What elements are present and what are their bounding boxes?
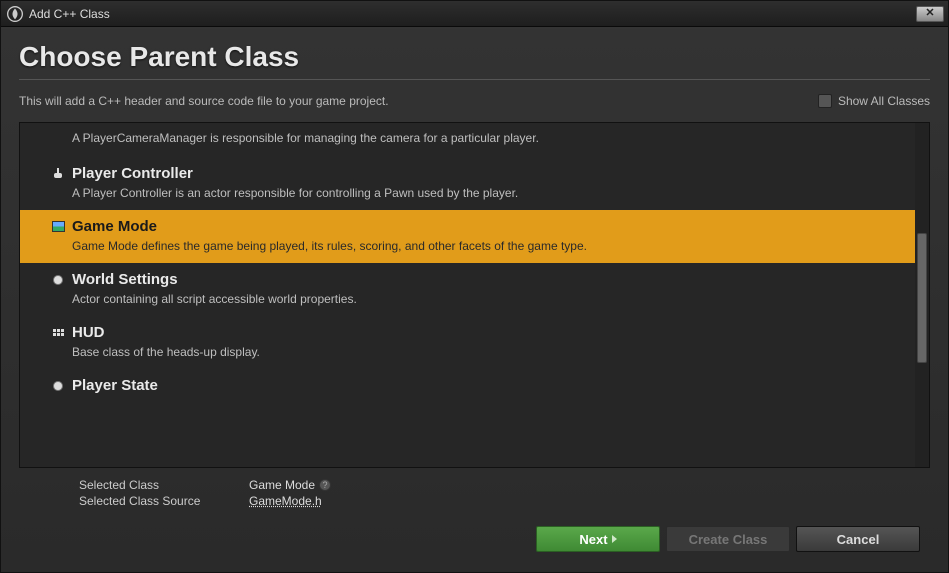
picture-icon [50, 219, 66, 235]
scrollbar[interactable] [915, 123, 929, 467]
list-item-player-state[interactable]: Player State [20, 369, 915, 408]
list-item-title: Player Controller [72, 165, 193, 182]
next-button[interactable]: Next [536, 526, 660, 552]
unreal-logo-icon [7, 6, 23, 22]
list-item-desc: Base class of the heads-up display. [50, 345, 903, 359]
titlebar: Add C++ Class ✕ [1, 1, 948, 27]
selected-class-source-label: Selected Class Source [79, 494, 249, 508]
next-button-label: Next [579, 532, 607, 547]
grid-icon [50, 325, 66, 341]
list-item-game-mode[interactable]: Game Mode Game Mode defines the game bei… [20, 210, 915, 263]
list-item-hud[interactable]: HUD Base class of the heads-up display. [20, 316, 915, 369]
list-item-title: Game Mode [72, 218, 157, 235]
sphere-icon [50, 378, 66, 394]
parent-class-list-wrap: A PlayerCameraManager is responsible for… [19, 122, 930, 468]
add-cpp-class-window: Add C++ Class ✕ Choose Parent Class This… [0, 0, 949, 573]
list-item-desc: Actor containing all script accessible w… [50, 292, 903, 306]
selected-class-source-link[interactable]: GameMode.h [249, 494, 920, 508]
close-icon: ✕ [925, 8, 934, 19]
list-item-title: HUD [72, 324, 105, 341]
title-divider [19, 79, 930, 80]
subtitle-row: This will add a C++ header and source co… [19, 94, 930, 108]
list-item-title: Player State [72, 377, 158, 394]
list-item-desc: A Player Controller is an actor responsi… [50, 186, 903, 200]
list-item-world-settings[interactable]: World Settings Actor containing all scri… [20, 263, 915, 316]
page-title: Choose Parent Class [19, 41, 930, 73]
scrollbar-thumb[interactable] [917, 233, 927, 363]
chevron-right-icon [612, 535, 617, 543]
footer: Selected Class Game Mode ? Selected Clas… [19, 468, 930, 562]
show-all-classes-label: Show All Classes [838, 94, 930, 108]
selected-class-info: Selected Class Game Mode ? Selected Clas… [79, 478, 920, 508]
close-button[interactable]: ✕ [916, 6, 944, 22]
list-item-title: World Settings [72, 271, 178, 288]
show-all-classes-checkbox[interactable] [818, 94, 832, 108]
subtitle-text: This will add a C++ header and source co… [19, 94, 389, 108]
list-item-desc: Game Mode defines the game being played,… [50, 239, 903, 253]
list-item-desc-partial: A PlayerCameraManager is responsible for… [20, 123, 915, 157]
cancel-button-label: Cancel [837, 532, 880, 547]
create-class-button: Create Class [666, 526, 790, 552]
button-row: Next Create Class Cancel [79, 526, 920, 552]
sphere-icon [50, 272, 66, 288]
selected-class-value: Game Mode ? [249, 478, 920, 492]
help-icon[interactable]: ? [319, 479, 331, 491]
selected-class-label: Selected Class [79, 478, 249, 492]
create-class-label: Create Class [689, 532, 768, 547]
parent-class-list[interactable]: A PlayerCameraManager is responsible for… [20, 123, 915, 467]
cancel-button[interactable]: Cancel [796, 526, 920, 552]
window-title: Add C++ Class [29, 7, 110, 21]
list-item-player-controller[interactable]: Player Controller A Player Controller is… [20, 157, 915, 210]
content-area: Choose Parent Class This will add a C++ … [1, 27, 948, 572]
controller-icon [50, 166, 66, 182]
